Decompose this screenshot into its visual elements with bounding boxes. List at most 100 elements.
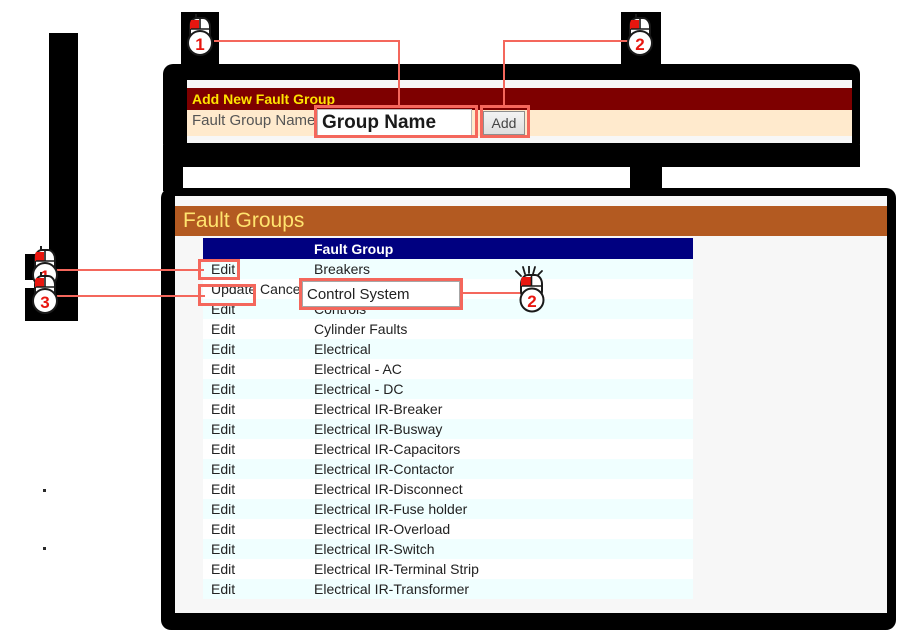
fault-group-name-cell: Electrical IR-Transformer — [306, 579, 693, 599]
row-commands: Edit — [203, 299, 306, 319]
fault-group-name-cell: Electrical IR-Contactor — [306, 459, 693, 479]
edit-link[interactable]: Edit — [211, 341, 235, 357]
column-header-fault-group: Fault Group — [306, 238, 693, 259]
row-commands: Edit — [203, 339, 306, 359]
edit-link[interactable]: Edit — [211, 421, 235, 437]
group-name-input[interactable] — [317, 109, 472, 136]
mouse-badge-2-inline-clicking: 2 — [512, 266, 552, 314]
screenshot-stage: Add New Fault Group Fault Group Name Add… — [0, 0, 919, 639]
edit-link[interactable]: Edit — [211, 401, 235, 417]
mask-add-panel-bottom — [163, 145, 860, 167]
table-row: Edit Electrical IR-Busway — [203, 419, 693, 439]
edit-link[interactable]: Edit — [211, 541, 235, 557]
row-commands: Edit — [203, 259, 306, 279]
table-row: Edit Electrical IR-Switch — [203, 539, 693, 559]
edit-link[interactable]: Edit — [211, 481, 235, 497]
table-header-row: Fault Group — [203, 238, 693, 259]
table-row: Edit Electrical - DC — [203, 379, 693, 399]
add-button[interactable]: Add — [483, 111, 525, 135]
edit-link[interactable]: Edit — [211, 361, 235, 377]
edit-link[interactable]: Edit — [211, 301, 235, 317]
table-row: Edit Electrical IR-Disconnect — [203, 479, 693, 499]
row-commands: Edit — [203, 559, 306, 579]
row-commands: Edit — [203, 399, 306, 419]
fault-group-name-cell: Electrical IR-Breaker — [306, 399, 693, 419]
edit-link[interactable]: Edit — [211, 441, 235, 457]
table-head: Fault Group — [203, 238, 693, 259]
connector-2-top-horizontal — [503, 40, 633, 42]
edit-link[interactable]: Edit — [211, 321, 235, 337]
table-row: Edit Electrical IR-Transformer — [203, 579, 693, 599]
row-commands: Edit — [203, 519, 306, 539]
fault-group-name-cell: Electrical - AC — [306, 359, 693, 379]
table-row: Edit Electrical - AC — [203, 359, 693, 379]
table-row: Edit Electrical IR-Contactor — [203, 459, 693, 479]
edit-link[interactable]: Edit — [211, 521, 235, 537]
fault-group-name-cell: Electrical IR-Disconnect — [306, 479, 693, 499]
edit-link[interactable]: Edit — [211, 561, 235, 577]
fault-group-name-cell: Cylinder Faults — [306, 319, 693, 339]
decor-dot-upper — [43, 489, 46, 492]
connector-1-top-horizontal — [214, 40, 400, 42]
row-commands: Edit — [203, 539, 306, 559]
mouse-badge-3-left: 3 — [28, 272, 62, 316]
mouse-icon: 3 — [32, 272, 58, 314]
fault-group-name-cell: Breakers — [306, 259, 693, 279]
row-commands: Edit — [203, 579, 306, 599]
edit-link[interactable]: Edit — [211, 581, 235, 597]
row-commands: Edit — [203, 379, 306, 399]
badge-number: 1 — [195, 35, 204, 54]
fault-group-name-cell: Electrical IR-Overload — [306, 519, 693, 539]
connector-1-left-horizontal — [57, 269, 204, 271]
table-row: Edit Electrical IR-Overload — [203, 519, 693, 539]
fault-group-name-cell: Electrical IR-Busway — [306, 419, 693, 439]
mouse-click-icon: 2 — [515, 266, 545, 313]
row-commands: Edit — [203, 359, 306, 379]
row-commands: Edit — [203, 499, 306, 519]
column-header-commands — [203, 238, 306, 259]
update-link[interactable]: Update — [211, 281, 256, 297]
connector-2-top-vertical — [503, 40, 505, 108]
add-panel-body: Fault Group Name Add — [187, 109, 852, 136]
row-commands-editing: Update Cance — [203, 279, 306, 299]
fault-group-name-cell: Electrical — [306, 339, 693, 359]
edit-link[interactable]: Edit — [211, 261, 235, 277]
table-row: Edit Electrical — [203, 339, 693, 359]
edit-link[interactable]: Edit — [211, 381, 235, 397]
table-body: Edit Breakers Update Cance Edit Controls Edit… — [203, 259, 693, 599]
table-row: Edit Electrical IR-Capacitors — [203, 439, 693, 459]
fault-group-name-label: Fault Group Name — [192, 112, 316, 129]
fault-group-name-cell: Electrical IR-Fuse holder — [306, 499, 693, 519]
connector-3-left-horizontal — [57, 295, 205, 297]
edit-link[interactable]: Edit — [211, 461, 235, 477]
badge-number: 2 — [635, 35, 644, 54]
row-commands: Edit — [203, 479, 306, 499]
table-row: Edit Cylinder Faults — [203, 319, 693, 339]
cancel-link[interactable]: Cance — [256, 281, 300, 297]
fault-group-name-cell: Electrical - DC — [306, 379, 693, 399]
edit-fault-group-input[interactable] — [302, 281, 460, 307]
fault-groups-title: Fault Groups — [175, 206, 887, 236]
row-commands: Edit — [203, 459, 306, 479]
edit-link[interactable]: Edit — [211, 501, 235, 517]
row-commands: Edit — [203, 319, 306, 339]
row-commands: Edit — [203, 439, 306, 459]
table-row: Edit Breakers — [203, 259, 693, 279]
badge-number: 3 — [40, 293, 49, 312]
fault-group-name-cell: Electrical IR-Terminal Strip — [306, 559, 693, 579]
connector-1-top-vertical — [398, 40, 400, 108]
mouse-icon: 2 — [627, 14, 653, 56]
table-row: Edit Electrical IR-Breaker — [203, 399, 693, 419]
fault-groups-panel: Fault Groups Fault Group Edit Breakers Upd… — [175, 196, 887, 613]
row-commands: Edit — [203, 419, 306, 439]
fault-group-name-cell: Electrical IR-Capacitors — [306, 439, 693, 459]
decor-dot-lower — [43, 547, 46, 550]
table-row: Edit Electrical IR-Terminal Strip — [203, 559, 693, 579]
add-fault-group-panel: Add New Fault Group Fault Group Name Add — [187, 80, 852, 143]
mouse-badge-2-top: 2 — [623, 14, 657, 58]
table-row: Edit Electrical IR-Fuse holder — [203, 499, 693, 519]
add-panel-title: Add New Fault Group — [187, 88, 852, 110]
mouse-icon: 1 — [187, 14, 213, 56]
mouse-badge-1-top: 1 — [183, 14, 217, 58]
fault-group-name-cell: Electrical IR-Switch — [306, 539, 693, 559]
